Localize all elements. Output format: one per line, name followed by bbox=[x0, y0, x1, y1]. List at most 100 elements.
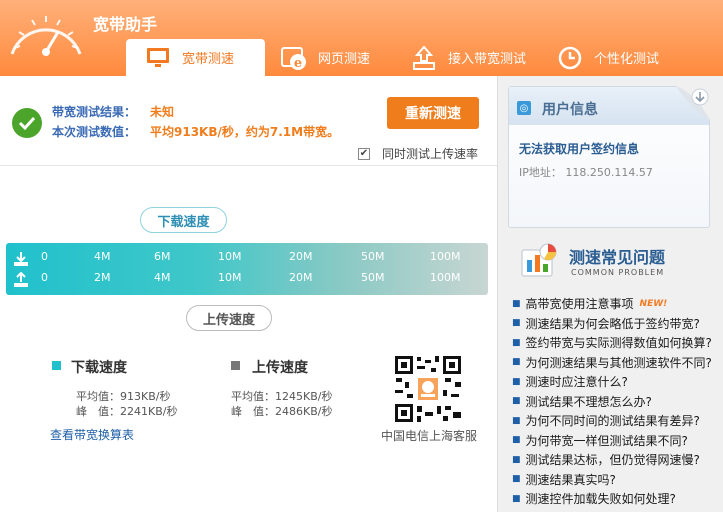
bullet-icon: ■ bbox=[512, 474, 521, 485]
upload-tick: 2M bbox=[94, 271, 111, 284]
faq-chart-icon bbox=[521, 243, 557, 277]
download-tick: 100M bbox=[430, 250, 461, 263]
ie-browser-icon: e bbox=[280, 44, 308, 72]
upload-test-option[interactable]: ✔ 同时测试上传速率 bbox=[358, 145, 478, 162]
faq-item[interactable]: ■ 为何测速结果与其他测速软件不同? bbox=[512, 353, 722, 373]
faq-item-label: 高带宽使用注意事项 bbox=[525, 297, 634, 312]
faq-item-label: 签约带宽与实际测得数值如何换算? bbox=[525, 336, 712, 351]
speed-result-value: 平均913KB/秒，约为7.1M带宽。 bbox=[150, 125, 340, 139]
app-title: 宽带助手 bbox=[93, 15, 158, 34]
bullet-icon: ■ bbox=[512, 454, 521, 465]
tab-personalized[interactable]: 个性化测试 bbox=[556, 39, 686, 76]
faq-item[interactable]: ■ 测试结果达标，但仍觉得网速慢? bbox=[512, 450, 722, 470]
user-info-warning: 无法获取用户签约信息 bbox=[519, 142, 640, 156]
upload-tick: 100M bbox=[430, 271, 461, 284]
faq-item-label: 测速结果真实吗? bbox=[525, 472, 616, 487]
faq-item-label: 测速时应注意什么? bbox=[525, 375, 628, 390]
user-info-icon: ◎ bbox=[517, 101, 531, 115]
bullet-icon: ■ bbox=[512, 376, 521, 387]
tab-label: 宽带测速 bbox=[182, 52, 235, 67]
bandwidth-conversion-link[interactable]: 查看带宽换算表 bbox=[50, 426, 134, 443]
upload-tray-icon bbox=[410, 44, 438, 72]
download-average: 平均值：913KB/秒 bbox=[76, 390, 171, 403]
faq-item-label: 测试结果达标，但仍觉得网速慢? bbox=[525, 453, 700, 468]
bullet-icon: ■ bbox=[512, 318, 521, 329]
faq-item[interactable]: ■ 为何不同时间的测试结果有差异? bbox=[512, 411, 722, 431]
clock-icon bbox=[556, 44, 584, 72]
faq-list: ■ 高带宽使用注意事项 NEW! ■ 测速结果为何会略低于签约带宽? ■ 签约带宽与实际… bbox=[512, 294, 722, 509]
result-summary: 带宽测试结果： 未知 本次测试数值： 平均913KB/秒，约为7.1M带宽。 重… bbox=[0, 76, 497, 166]
faq-item[interactable]: ■ 签约带宽与实际测得数值如何换算? bbox=[512, 333, 722, 353]
upload-peak: 峰 值：2486KB/秒 bbox=[231, 405, 333, 418]
faq-item[interactable]: ■ 测速时应注意什么? bbox=[512, 372, 722, 392]
faq-item-label: 为何测速结果与其他测速软件不同? bbox=[525, 355, 712, 370]
upload-speed-pill: 上传速度 bbox=[186, 305, 272, 331]
download-tick: 0 bbox=[41, 250, 48, 263]
speed-result-label: 本次测试数值： bbox=[52, 125, 137, 139]
user-info-title: 用户信息 bbox=[542, 102, 598, 118]
download-tick: 4M bbox=[94, 250, 111, 263]
tab-label: 接入带宽测试 bbox=[448, 52, 527, 67]
faq-subtitle: COMMON PROBLEM bbox=[571, 268, 665, 277]
faq-item[interactable]: ■ 测速结果真实吗? bbox=[512, 470, 722, 490]
monitor-icon bbox=[144, 44, 172, 72]
upload-tick: 20M bbox=[289, 271, 313, 284]
upload-tick: 0 bbox=[41, 271, 48, 284]
faq-item-label: 测速结果为何会略低于签约带宽? bbox=[525, 316, 700, 331]
faq-item-label: 为何不同时间的测试结果有差异? bbox=[525, 414, 700, 429]
bullet-icon: ■ bbox=[512, 493, 521, 504]
bullet-icon: ■ bbox=[512, 337, 521, 348]
new-badge: NEW! bbox=[639, 298, 668, 309]
download-tick: 6M bbox=[154, 250, 171, 263]
faq-item-label: 为何带宽一样但测试结果不同? bbox=[525, 433, 688, 448]
app-header: 宽带助手 宽带测速 e 网页测速 接入带宽测试 个性化测试 bbox=[0, 0, 723, 76]
download-tick: 50M bbox=[361, 250, 385, 263]
faq-item[interactable]: ■ 高带宽使用注意事项 NEW! bbox=[512, 294, 722, 314]
faq-item-label: 测速控件加载失败如何处理? bbox=[525, 492, 676, 507]
upload-icon bbox=[14, 272, 28, 287]
tab-label: 个性化测试 bbox=[594, 52, 660, 67]
bullet-icon: ■ bbox=[512, 396, 521, 407]
bullet-icon: ■ bbox=[512, 357, 521, 368]
bandwidth-result-label: 带宽测试结果： bbox=[52, 105, 137, 119]
bullet-icon: ■ bbox=[512, 298, 521, 309]
svg-text:e: e bbox=[294, 56, 302, 71]
upload-test-label: 同时测试上传速率 bbox=[382, 147, 479, 161]
bullet-icon: ■ bbox=[512, 415, 521, 426]
user-info-card: ◎ 用户信息 无法获取用户签约信息 IP地址： 118.250.114.57 bbox=[508, 86, 710, 228]
faq-item[interactable]: ■ 为何带宽一样但测试结果不同? bbox=[512, 431, 722, 451]
upload-tick: 10M bbox=[218, 271, 242, 284]
faq-item[interactable]: ■ 测试结果不理想怎么办? bbox=[512, 392, 722, 412]
tab-web-speed[interactable]: e 网页测速 bbox=[280, 39, 400, 76]
download-stats-title: 下载速度 bbox=[71, 360, 127, 376]
download-legend-dot bbox=[52, 361, 61, 370]
side-panel: ◎ 用户信息 无法获取用户签约信息 IP地址： 118.250.114.57 测… bbox=[497, 76, 723, 512]
page-curl-download-icon[interactable] bbox=[676, 86, 710, 120]
qr-code-icon bbox=[393, 354, 463, 424]
bullet-icon: ■ bbox=[512, 435, 521, 446]
tab-access-bandwidth[interactable]: 接入带宽测试 bbox=[410, 39, 550, 76]
main-panel: 带宽测试结果： 未知 本次测试数值： 平均913KB/秒，约为7.1M带宽。 重… bbox=[0, 76, 497, 512]
check-success-icon bbox=[12, 108, 42, 138]
faq-item[interactable]: ■ 测速结果为何会略低于签约带宽? bbox=[512, 314, 722, 334]
download-speed-pill: 下载速度 bbox=[140, 207, 227, 233]
download-icon bbox=[14, 252, 28, 266]
qr-caption: 中国电信上海客服 bbox=[381, 429, 478, 443]
tab-label: 网页测速 bbox=[318, 52, 371, 67]
upload-average: 平均值：1245KB/秒 bbox=[231, 390, 333, 403]
upload-tick: 50M bbox=[361, 271, 385, 284]
tab-broadband-speed[interactable]: 宽带测速 bbox=[126, 39, 265, 76]
upload-stats-title: 上传速度 bbox=[252, 360, 308, 376]
upload-tick: 4M bbox=[154, 271, 171, 284]
faq-title: 测速常见问题 bbox=[569, 248, 666, 267]
upload-test-checkbox[interactable]: ✔ bbox=[358, 147, 370, 160]
faq-item-label: 测试结果不理想怎么办? bbox=[525, 394, 652, 409]
ip-address: IP地址： 118.250.114.57 bbox=[519, 166, 653, 179]
faq-item[interactable]: ■ 测速控件加载失败如何处理? bbox=[512, 489, 722, 509]
upload-legend-dot bbox=[231, 361, 240, 370]
retest-button[interactable]: 重新测速 bbox=[387, 97, 479, 129]
speedometer-logo-icon bbox=[10, 16, 82, 56]
download-peak: 峰 值：2241KB/秒 bbox=[76, 405, 178, 418]
speed-meter: 0 4M 6M 10M 20M 50M 100M 0 2M 4M 10M 20M… bbox=[6, 243, 488, 295]
upload-meter-row: 0 2M 4M 10M 20M 50M 100M bbox=[6, 270, 488, 290]
